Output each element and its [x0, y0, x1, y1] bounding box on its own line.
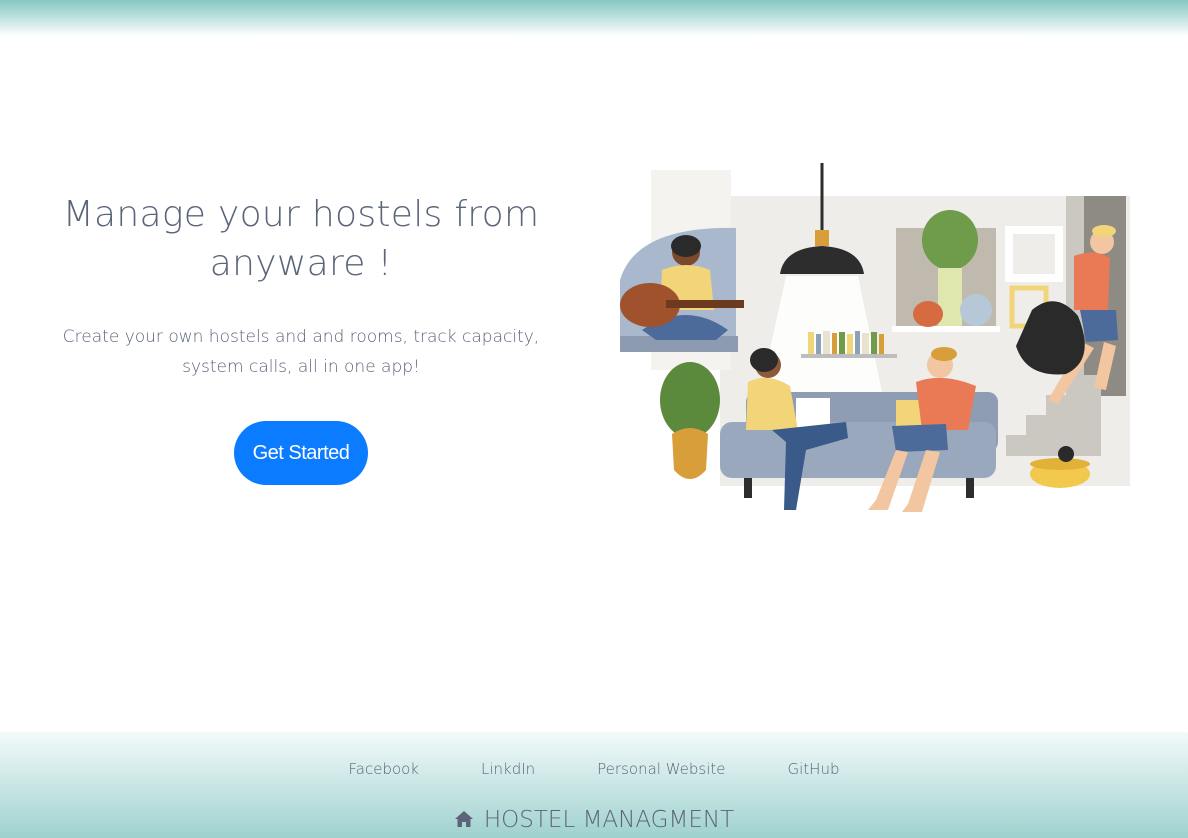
footer-link-github[interactable]: GitHub — [788, 760, 840, 778]
guitarist-hair — [671, 235, 701, 257]
footer-brand: HOSTEL MANAGMENT — [0, 806, 1188, 834]
cat-basket-rim — [1030, 458, 1090, 470]
guitar-neck — [666, 300, 744, 308]
hero-title-line2: anyware ! — [209, 243, 393, 284]
top-gradient-bar — [0, 0, 1188, 36]
book — [832, 333, 837, 354]
home-icon — [454, 811, 473, 827]
hero-section: Manage your hostels from anyware ! Creat… — [51, 190, 551, 382]
book — [862, 333, 869, 354]
book — [816, 334, 821, 354]
hero-title-line1: Manage your hostels from — [62, 194, 540, 235]
get-started-button[interactable]: Get Started — [234, 421, 368, 485]
climber-cap — [1092, 225, 1116, 237]
book — [808, 332, 814, 354]
footer-link-facebook[interactable]: Facebook — [349, 760, 419, 778]
floor-plant-pot — [672, 428, 708, 479]
man-shirt — [916, 377, 976, 430]
footer: Facebook LinkdIn Personal Website GitHub… — [0, 732, 1188, 838]
hero-subtitle-line1: Create your own hostels and and rooms, t… — [62, 327, 540, 347]
sofa-leg-left — [744, 478, 752, 498]
shelf-board — [892, 326, 1000, 332]
woman-hair — [750, 348, 778, 372]
shelf-plant-leaf — [922, 210, 978, 270]
sofa-leg-right — [966, 478, 974, 498]
climber-shirt — [1074, 252, 1110, 310]
hero-subtitle-line2: system calls, all in one app! — [182, 357, 420, 377]
footer-brand-label: HOSTEL MANAGMENT — [483, 807, 735, 833]
hero-title: Manage your hostels from anyware ! — [51, 190, 551, 288]
cat-head — [1058, 446, 1074, 462]
lamp-neck — [815, 230, 829, 246]
landing-page: Manage your hostels from anyware ! Creat… — [0, 0, 1188, 838]
floor-plant-leaves — [660, 362, 720, 438]
footer-link-linkedin[interactable]: LinkdIn — [481, 760, 535, 778]
book — [839, 332, 845, 354]
book — [871, 332, 877, 354]
footer-link-personal-website[interactable]: Personal Website — [597, 760, 725, 778]
shelf-vase-red — [913, 301, 943, 327]
pillow-white — [796, 398, 830, 428]
shelf-vase-blue — [960, 294, 992, 326]
book — [847, 334, 853, 354]
book — [855, 331, 860, 354]
hero-subtitle: Create your own hostels and and rooms, t… — [51, 322, 551, 382]
man-cap — [931, 347, 957, 361]
hostel-lounge-illustration — [620, 163, 1130, 512]
footer-links: Facebook LinkdIn Personal Website GitHub — [0, 760, 1188, 778]
sofa-seat — [720, 422, 996, 478]
book — [823, 331, 830, 354]
book-shelf — [801, 354, 897, 358]
book — [879, 334, 884, 354]
man-shorts — [892, 424, 948, 452]
climber-shorts — [1080, 310, 1118, 342]
